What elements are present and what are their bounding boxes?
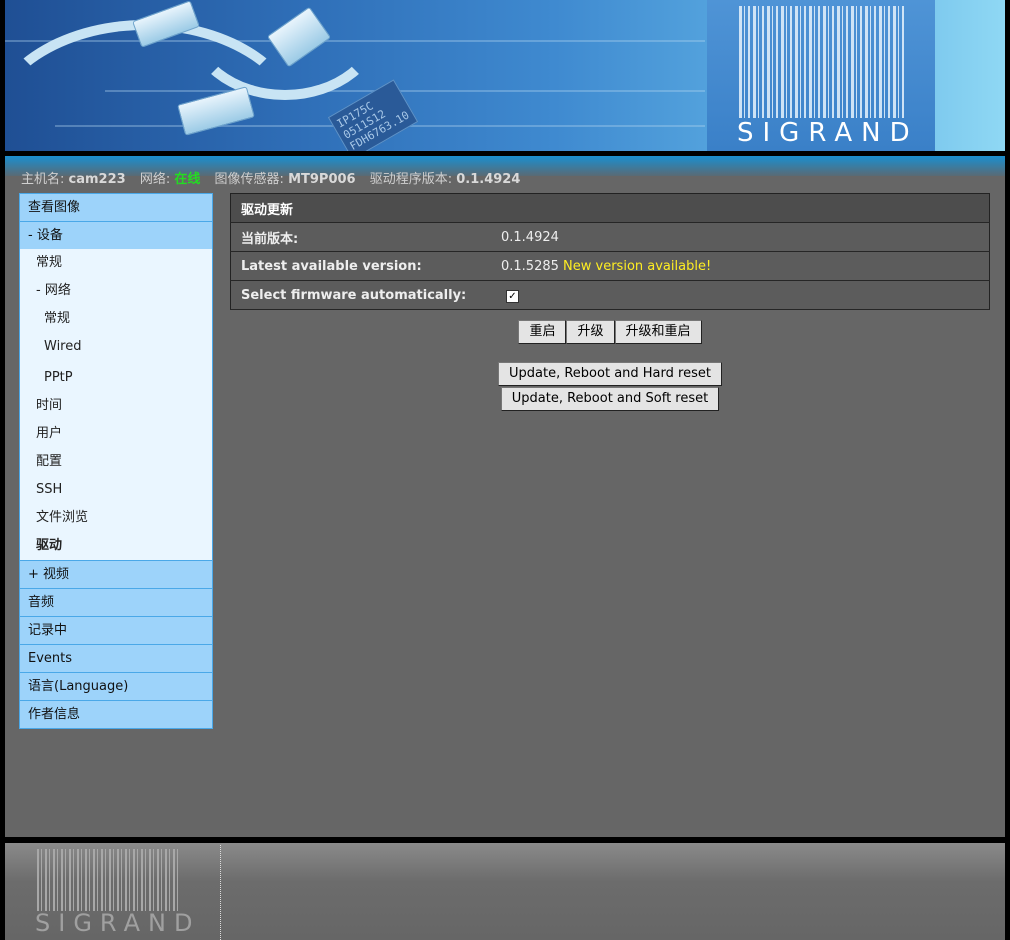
sidebar-item-ssh[interactable]: SSH [20,476,212,504]
upgrade-button[interactable]: 升级 [566,320,615,344]
logo-text: SIGRAND [737,118,919,148]
table-row: 当前版本: 0.1.4924 [230,222,990,252]
sidebar-item-author-info[interactable]: 作者信息 [20,700,212,728]
reboot-button[interactable]: 重启 [518,320,567,344]
sidebar-item-file-browse[interactable]: 文件浏览 [20,504,212,532]
network-label: 网络: [139,172,171,187]
sidebar-item-network-general[interactable]: 常规 [20,305,212,333]
network-status: 在线 [174,172,201,187]
sidebar-item-general[interactable]: 常规 [20,249,212,277]
sidebar-item-config[interactable]: 配置 [20,448,212,476]
auto-select-label: Select firmware automatically: [230,280,491,310]
current-version-value: 0.1.4924 [491,222,990,252]
footer: SIGRAND [5,843,1005,940]
sidebar-item-users[interactable]: 用户 [20,420,212,448]
latest-version-label: Latest available version: [230,251,491,281]
upgrade-reboot-button[interactable]: 升级和重启 [614,320,702,344]
sensor-label: 图像传感器: [214,172,284,187]
sidebar-item-recording[interactable]: 记录中 [20,616,212,644]
footer-logo-text: SIGRAND [35,909,201,937]
sidebar-item-device[interactable]: - 设备 [20,221,212,249]
action-button-row: 重启 升级 升级和重启 [230,320,990,344]
latest-version-value: 0.1.5285 [501,258,559,274]
update-soft-reset-button[interactable]: Update, Reboot and Soft reset [500,387,720,411]
new-version-note: New version available! [563,258,712,274]
current-version-label: 当前版本: [230,222,491,252]
hostname-value: cam223 [68,172,126,187]
content-area: 驱动更新 当前版本: 0.1.4924 Latest available ver… [230,193,990,412]
status-line: 主机名: cam223 网络: 在线 图像传感器: MT9P006 驱动程序版本… [21,168,520,187]
sensor-value: MT9P006 [288,172,356,187]
update-hard-reset-button[interactable]: Update, Reboot and Hard reset [498,362,722,386]
sidebar-item-language[interactable]: 语言(Language) [20,672,212,700]
sidebar-item-wired[interactable]: Wired [20,333,212,361]
sidebar-nav: 查看图像 - 设备 常规 - 网络 常规 Wired PPtP 时间 用户 配置… [19,193,213,729]
sidebar-item-view-image[interactable]: 查看图像 [20,194,212,221]
sidebar-item-time[interactable]: 时间 [20,392,212,420]
table-header-row: 驱动更新 [230,193,990,223]
sidebar-item-driver[interactable]: 驱动 [20,532,212,560]
sidebar-item-events[interactable]: Events [20,644,212,672]
auto-select-cell: ✓ [491,280,990,310]
driver-label: 驱动程序版本: [369,172,453,187]
sidebar-item-video[interactable]: + 视频 [20,560,212,588]
auto-select-checkbox[interactable]: ✓ [506,289,519,303]
table-row: Latest available version: 0.1.5285 New v… [230,251,990,281]
latest-version-cell: 0.1.5285 New version available! [491,251,990,281]
header-banner: IP175C 0511S12 FDH6763.10 SIGRAND [5,0,1005,151]
sidebar-item-pptp[interactable]: PPtP [20,361,212,392]
main-panel: 主机名: cam223 网络: 在线 图像传感器: MT9P006 驱动程序版本… [5,156,1005,837]
sigrand-logo: SIGRAND [707,0,935,151]
sidebar-item-network[interactable]: - 网络 [20,277,212,305]
footer-barcode-icon [37,849,181,911]
hostname-label: 主机名: [21,172,65,187]
driver-value: 0.1.4924 [456,172,521,187]
section-title: 驱动更新 [230,193,990,223]
footer-divider [220,845,221,940]
sidebar-item-audio[interactable]: 音频 [20,588,212,616]
firmware-update-table: 驱动更新 当前版本: 0.1.4924 Latest available ver… [230,193,990,310]
table-row: Select firmware automatically: ✓ [230,280,990,310]
barcode-icon [739,6,905,118]
reset-button-group: Update, Reboot and Hard reset Update, Re… [230,362,990,411]
